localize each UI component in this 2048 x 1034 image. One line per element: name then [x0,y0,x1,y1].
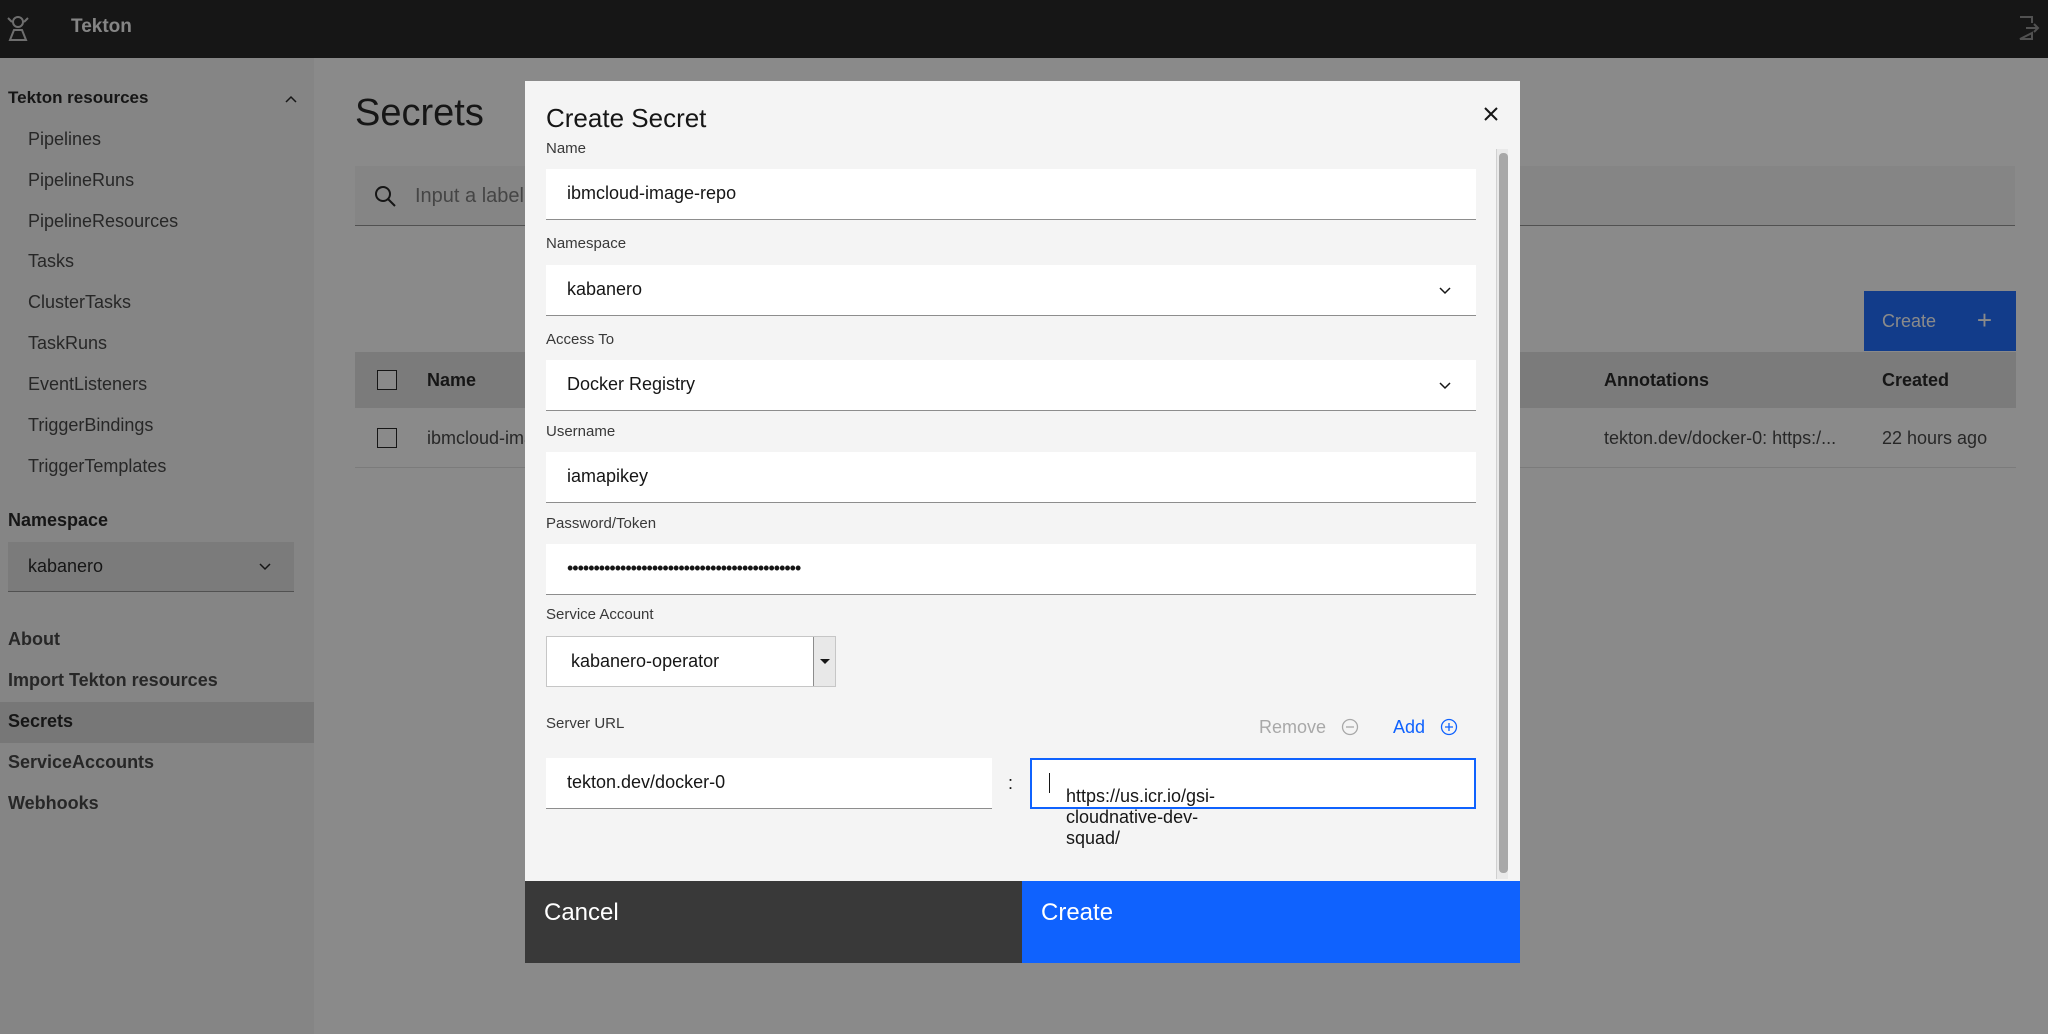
service-account-label: Service Account [546,606,654,623]
service-account-value: kabanero-operator [571,651,720,671]
access-to-label: Access To [546,331,615,348]
create-secret-modal: Create Secret Name ibmcloud-image-repo N… [525,81,1520,963]
dropdown-arrow-icon[interactable] [813,637,835,686]
modal-scrollbar[interactable] [1496,149,1508,879]
username-label: Username [546,423,616,440]
remove-label: Remove [1259,717,1327,737]
name-field[interactable]: ibmcloud-image-repo [546,169,1476,220]
add-button[interactable]: Add [1393,717,1458,738]
server-url-value: https://us.icr.io/gsi-cloudnative-dev-sq… [1066,786,1216,848]
server-url-key-value: tekton.dev/docker-0 [567,772,726,792]
namespace-select[interactable]: kabanero [546,265,1476,316]
minus-circle-icon [1341,718,1359,736]
scrollbar-thumb[interactable] [1499,153,1508,873]
username-value: iamapikey [567,466,649,486]
key-value-separator: : [1008,773,1014,793]
close-icon[interactable] [1479,102,1503,126]
add-label: Add [1393,717,1426,737]
service-account-select[interactable]: kabanero-operator [546,636,836,687]
create-button[interactable]: Create [1022,881,1520,963]
namespace-label: Namespace [546,235,627,252]
plus-circle-icon [1440,718,1458,736]
server-url-value-field[interactable]: https://us.icr.io/gsi-cloudnative-dev-sq… [1030,758,1476,848]
cancel-button[interactable]: Cancel [525,881,1022,963]
server-url-label: Server URL [546,715,625,732]
username-field[interactable]: iamapikey [546,452,1476,503]
modal-title: Create Secret [546,103,707,133]
cancel-label: Cancel [544,899,619,926]
access-to-select[interactable]: Docker Registry [546,360,1476,411]
text-cursor [1049,773,1050,793]
password-label: Password/Token [546,515,657,532]
name-label: Name [546,140,587,157]
chevron-down-icon [1439,287,1451,295]
password-field[interactable]: ••••••••••••••••••••••••••••••••••••••••… [546,544,1476,595]
chevron-down-icon [1439,382,1451,390]
namespace-value: kabanero [567,279,643,299]
password-value: ••••••••••••••••••••••••••••••••••••••••… [567,558,801,578]
create-label: Create [1041,899,1114,926]
remove-button[interactable]: Remove [1259,717,1359,738]
server-url-key-field[interactable]: tekton.dev/docker-0 [546,758,992,809]
name-value: ibmcloud-image-repo [567,183,737,203]
access-to-value: Docker Registry [567,374,696,394]
